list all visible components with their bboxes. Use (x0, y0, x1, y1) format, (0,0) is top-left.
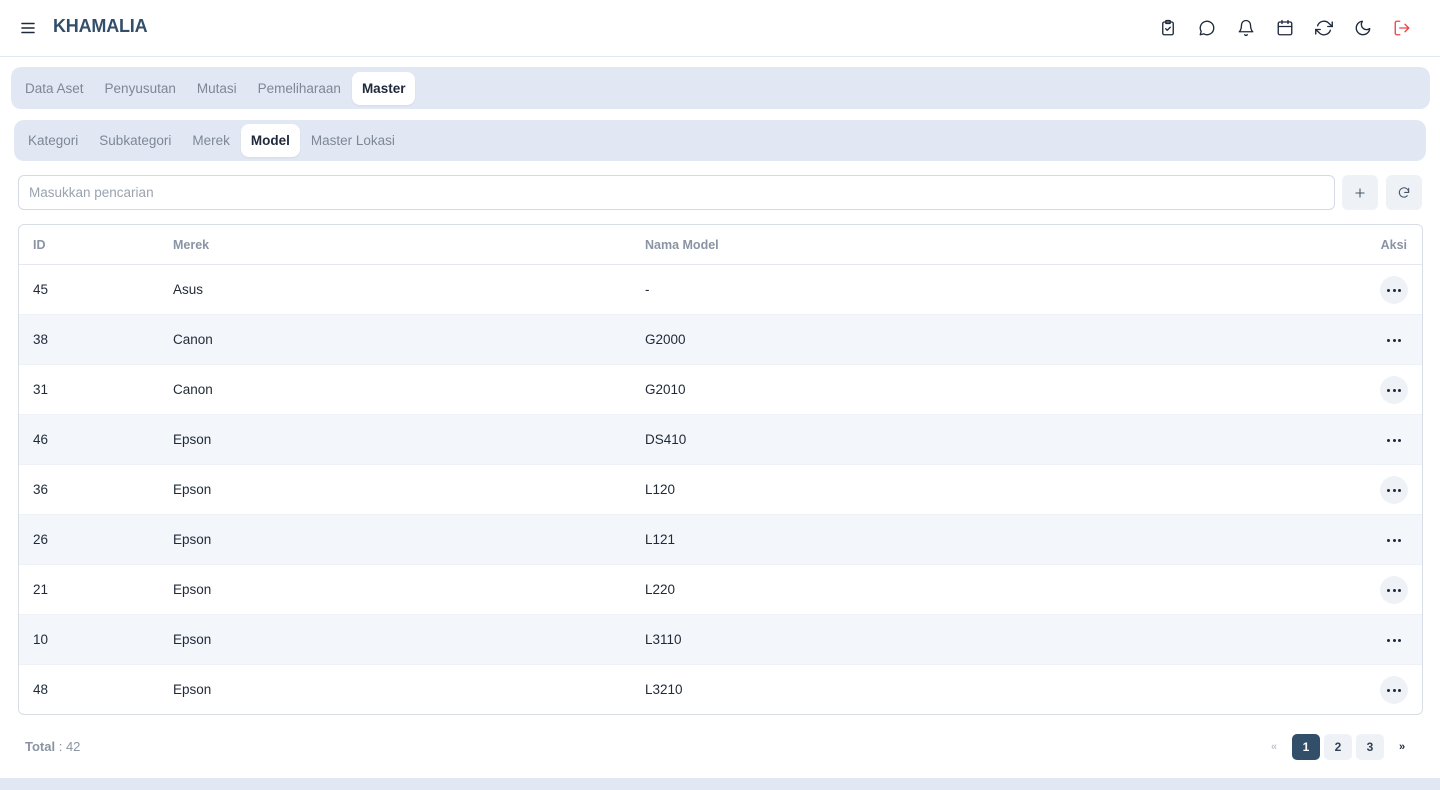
row-actions-button[interactable] (1380, 376, 1408, 404)
tab-subkategori[interactable]: Subkategori (89, 124, 181, 157)
row-actions-button[interactable] (1380, 526, 1408, 554)
app-header: KHAMALIA (0, 0, 1440, 57)
tab-data-aset[interactable]: Data Aset (15, 72, 94, 105)
cell-nama-model: L121 (645, 532, 676, 547)
table-row: 38 Canon G2000 (19, 315, 1422, 365)
header-icons (1158, 16, 1412, 40)
more-horizontal-icon (1387, 438, 1401, 442)
cell-id: 21 (33, 582, 49, 597)
page-3-button[interactable]: 3 (1356, 734, 1384, 760)
sub-tabbar: Kategori Subkategori Merek Model Master … (14, 120, 1426, 161)
tab-kategori[interactable]: Kategori (18, 124, 88, 157)
tab-penyusutan[interactable]: Penyusutan (95, 72, 186, 105)
header-id: ID (33, 237, 46, 252)
more-horizontal-icon (1387, 338, 1401, 342)
table-row: 21 Epson L220 (19, 565, 1422, 615)
table-row: 48 Epson L3210 (19, 665, 1422, 714)
row-actions-button[interactable] (1380, 476, 1408, 504)
more-horizontal-icon (1387, 588, 1401, 592)
refresh-button[interactable] (1386, 175, 1422, 210)
cell-nama-model: L220 (645, 582, 676, 597)
tab-model[interactable]: Model (240, 124, 300, 157)
pagination: « 1 2 3 » (1260, 734, 1416, 760)
header-aksi: Aksi (1380, 237, 1407, 252)
tab-pemeliharaan[interactable]: Pemeliharaan (248, 72, 351, 105)
add-button[interactable] (1342, 175, 1378, 210)
cell-merek: Canon (173, 382, 213, 397)
clipboard-check-icon[interactable] (1158, 16, 1178, 40)
cell-merek: Epson (173, 532, 212, 547)
more-horizontal-icon (1387, 538, 1401, 542)
header-merek: Merek (173, 237, 210, 252)
bottom-strip (0, 778, 1440, 790)
moon-icon[interactable] (1353, 16, 1373, 40)
cell-merek: Epson (173, 582, 212, 597)
cell-nama-model: L3110 (645, 632, 682, 647)
cell-merek: Asus (173, 282, 204, 297)
cell-merek: Canon (173, 332, 213, 347)
tab-mutasi[interactable]: Mutasi (187, 72, 247, 105)
cell-id: 38 (33, 332, 49, 347)
chat-icon[interactable] (1197, 16, 1217, 40)
search-input[interactable] (18, 175, 1335, 210)
more-horizontal-icon (1387, 288, 1401, 292)
more-horizontal-icon (1387, 638, 1401, 642)
table-body: 45 Asus - 38 Canon G2000 31 Canon G2010 46 Epson DS… (19, 265, 1422, 714)
row-actions-button[interactable] (1380, 626, 1408, 654)
header-nama-model: Nama Model (645, 237, 719, 252)
tab-master[interactable]: Master (351, 71, 416, 105)
cell-nama-model: L3210 (645, 682, 683, 697)
logout-icon[interactable] (1392, 16, 1412, 40)
total-value: : 42 (58, 739, 81, 754)
more-horizontal-icon (1387, 488, 1401, 492)
table-row: 46 Epson DS410 (19, 415, 1422, 465)
cell-id: 31 (33, 382, 49, 397)
cell-id: 36 (33, 482, 49, 497)
main-tabbar: Data Aset Penyusutan Mutasi Pemeliharaan… (11, 67, 1430, 109)
menu-icon[interactable] (18, 18, 38, 38)
prev-page-button[interactable]: « (1260, 734, 1288, 760)
more-horizontal-icon (1387, 388, 1401, 392)
next-page-button[interactable]: » (1388, 734, 1416, 760)
cell-nama-model: DS410 (645, 432, 687, 447)
cell-id: 46 (33, 432, 49, 447)
tab-merek[interactable]: Merek (182, 124, 240, 157)
row-actions-button[interactable] (1380, 276, 1408, 304)
cell-nama-model: G2010 (645, 382, 686, 397)
table-row: 31 Canon G2010 (19, 365, 1422, 415)
page-1-button[interactable]: 1 (1292, 734, 1320, 760)
cell-nama-model: - (645, 282, 650, 297)
total-count: Total : 42 (25, 739, 80, 754)
cell-merek: Epson (173, 482, 212, 497)
cell-merek: Epson (173, 682, 212, 697)
cell-id: 26 (33, 532, 49, 547)
cell-merek: Epson (173, 432, 212, 447)
cell-id: 48 (33, 682, 49, 697)
cell-merek: Epson (173, 632, 212, 647)
cell-id: 45 (33, 282, 49, 297)
table-row: 36 Epson L120 (19, 465, 1422, 515)
row-actions-button[interactable] (1380, 426, 1408, 454)
tab-master-lokasi[interactable]: Master Lokasi (301, 124, 405, 157)
table-header: ID Merek Nama Model Aksi (19, 225, 1422, 265)
cell-nama-model: G2000 (645, 332, 686, 347)
refresh-icon (1398, 186, 1410, 198)
sync-icon[interactable] (1314, 16, 1334, 40)
cell-id: 10 (33, 632, 49, 647)
row-actions-button[interactable] (1380, 326, 1408, 354)
model-table: ID Merek Nama Model Aksi 45 Asus - 38 Canon G… (18, 224, 1423, 715)
calendar-icon[interactable] (1275, 16, 1295, 40)
row-actions-button[interactable] (1380, 676, 1408, 704)
more-horizontal-icon (1387, 688, 1401, 692)
brand-logo: KHAMALIA (53, 16, 148, 36)
cell-nama-model: L120 (645, 482, 676, 497)
table-row: 26 Epson L121 (19, 515, 1422, 565)
table-row: 10 Epson L3110 (19, 615, 1422, 665)
plus-icon (1355, 187, 1365, 198)
row-actions-button[interactable] (1380, 576, 1408, 604)
bell-icon[interactable] (1236, 16, 1256, 40)
page-2-button[interactable]: 2 (1324, 734, 1352, 760)
total-label: Total (25, 739, 56, 754)
table-row: 45 Asus - (19, 265, 1422, 315)
